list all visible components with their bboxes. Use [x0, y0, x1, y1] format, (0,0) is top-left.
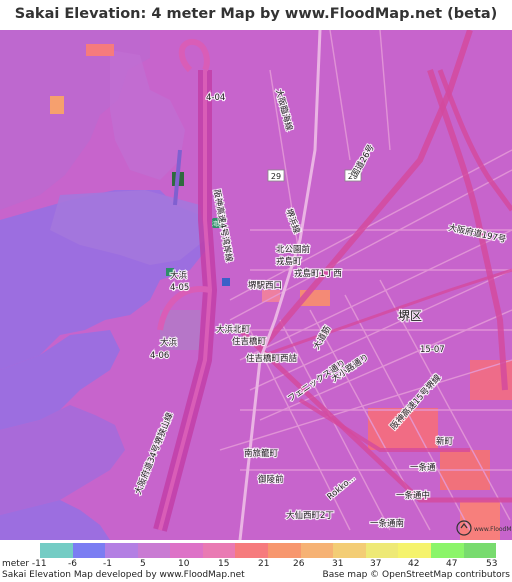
place-label-sakai-station-west: 堺駅西口: [248, 280, 282, 291]
legend-swatch: [463, 543, 497, 558]
elevation-hotspot: [50, 96, 64, 114]
legend-swatch: [333, 543, 366, 558]
legend-swatch: [365, 543, 399, 558]
legend-tick: 26: [293, 559, 305, 569]
place-label-ohama-north: 大浜: [170, 270, 188, 281]
place-label-ichijo-dori: 一条通: [410, 462, 436, 473]
map-title: Sakai Elevation: 4 meter Map by www.Floo…: [0, 0, 512, 30]
legend-swatch: [398, 543, 431, 558]
legend-tick: 10: [178, 559, 190, 569]
svg-text:29: 29: [271, 172, 281, 181]
map-canvas[interactable]: 29 26 湾岸 4-04 大浜 4-05 大浜 4-06 15-07 大浜北町…: [0, 30, 512, 540]
legend-tick: 31: [332, 559, 344, 569]
ramp-label-4-04: 4-04: [206, 93, 225, 103]
place-label-sumiyoshibashi-nishizume: 住吉橋町西詰: [246, 353, 298, 364]
legend-tick: -1: [103, 559, 112, 569]
legend-tick-labels: meter -11 -6 -1 5 10 15 21 26 31 37 42 47 53: [0, 559, 512, 570]
legend-swatch: [235, 543, 269, 558]
ramp-label-4-06: 4-06: [150, 351, 169, 361]
legend-swatch: [137, 543, 171, 558]
place-label-ichijo-dori-naka: 一条通中: [396, 490, 430, 501]
place-label-minami-hatago: 南旅籠町: [244, 448, 279, 459]
place-label-daisen-nishimachi: 大仙西町2丁: [286, 510, 334, 521]
legend-tick: -6: [68, 559, 77, 569]
legend-tick: meter -11: [2, 559, 47, 569]
legend-tick: 42: [408, 559, 420, 569]
legend-swatch: [300, 543, 334, 558]
legend-swatch: [268, 543, 301, 558]
place-label-ebisujima-1chome: 戎島町1丁西: [294, 268, 342, 279]
legend-tick: 53: [486, 559, 498, 569]
legend-tick: 5: [140, 559, 146, 569]
place-label-sumiyoshibashi: 住吉橋町: [232, 336, 267, 347]
elevation-hotspot: [460, 500, 500, 540]
place-label-shinmachi: 新町: [436, 436, 454, 447]
place-label-ohama-kitamachi: 大浜北町: [216, 324, 251, 335]
footer-attribution: Base map © OpenStreetMap contributors: [322, 570, 510, 580]
legend-swatch: [202, 543, 236, 558]
elevation-hotspot: [262, 290, 280, 302]
legend-swatch: [105, 543, 138, 558]
legend-tick: 47: [446, 559, 458, 569]
footer-credit: Sakai Elevation Map developed by www.Flo…: [2, 570, 245, 580]
legend-swatch: [40, 543, 73, 558]
place-label-north-park: 北公園前: [276, 244, 311, 255]
legend-tick: 37: [370, 559, 382, 569]
legend-color-bar: [40, 543, 497, 558]
elevation-legend: meter -11 -6 -1 5 10 15 21 26 31 37 42 47 53 Sakai E…: [0, 540, 512, 582]
legend-tick: 15: [218, 559, 230, 569]
svg-text:www.FloodMap.net: www.FloodMap.net: [474, 526, 512, 533]
legend-swatch: [72, 543, 106, 558]
place-label-ohama-south: 大浜: [160, 337, 178, 348]
ramp-label-15-07: 15-07: [420, 345, 445, 355]
legend-swatch: [430, 543, 464, 558]
elevation-map[interactable]: 29 26 湾岸 4-04 大浜 4-05 大浜 4-06 15-07 大浜北町…: [0, 30, 512, 540]
place-label-goryomae: 御陵前: [258, 474, 284, 485]
elevation-hotspot: [86, 44, 114, 56]
legend-swatch: [170, 543, 203, 558]
place-label-ebisujima: 戎島町: [276, 256, 302, 267]
ramp-label-4-05: 4-05: [170, 283, 189, 293]
legend-tick: 21: [258, 559, 270, 569]
route-29-shield: 29: [267, 169, 285, 182]
place-label-ichijo-dori-minami: 一条通南: [370, 518, 404, 529]
place-label-sakai-ku: 堺区: [398, 309, 422, 323]
